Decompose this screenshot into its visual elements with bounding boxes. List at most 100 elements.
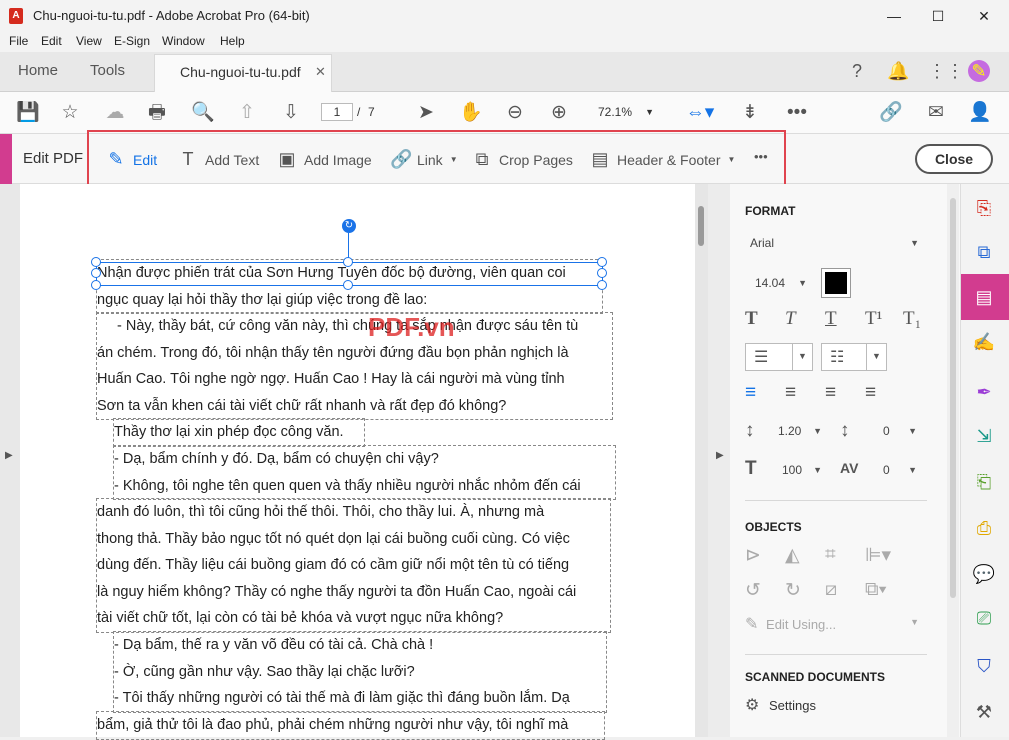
combine-files-icon[interactable]: ⧉ (972, 240, 996, 264)
text-block[interactable]: - Dạ, bẩm chính y đó. Dạ, bẩm có chuyện … (113, 445, 616, 500)
line-spacing-select[interactable]: 1.20 ▼ (772, 418, 828, 444)
edit-using-select[interactable]: ✎ Edit Using... ▼ (745, 614, 925, 636)
tab-tools[interactable]: Tools (90, 62, 125, 79)
apps-grid-icon[interactable]: ⋮⋮ (928, 60, 964, 82)
resize-handle[interactable] (343, 257, 353, 267)
email-icon[interactable]: ✉ (924, 101, 948, 125)
zoom-select[interactable]: 72.1% ▼ (590, 102, 660, 122)
tab-document[interactable]: Chu-nguoi-tu-tu.pdf ✕ (154, 54, 332, 92)
resize-handle[interactable] (343, 280, 353, 290)
upload-cloud-icon[interactable]: ☁ (103, 101, 127, 125)
share-link-icon[interactable]: 🔗 (879, 101, 903, 125)
bullet-list-select[interactable]: ☰ ▼ (745, 343, 813, 371)
resize-handle[interactable] (91, 257, 101, 267)
edit-pdf-rail-icon[interactable]: ▤ (972, 285, 996, 309)
divider (745, 500, 927, 501)
flip-horizontal-icon[interactable]: ◭ (785, 544, 800, 567)
menu-file[interactable]: File (9, 34, 28, 48)
rotate-right-icon[interactable]: ↻ (785, 579, 801, 602)
text-block[interactable]: bẩm, giả thử tôi là đao phủ, phải chém n… (96, 711, 605, 740)
request-signatures-icon[interactable]: ✍ (972, 330, 996, 354)
close-tab-icon[interactable]: ✕ (315, 64, 326, 80)
text-block[interactable]: - Này, thầy bát, cứ công văn này, thì ch… (96, 312, 613, 420)
save-icon[interactable]: 💾 (16, 101, 40, 125)
print-production-icon[interactable]: ⎚ (972, 606, 996, 630)
hand-tool-icon[interactable]: ✋ (459, 101, 483, 125)
search-zoom-icon[interactable]: 🔍 (191, 101, 215, 125)
page-layout-icon[interactable]: ⇔▾ (683, 101, 717, 125)
arrange-objects-icon[interactable]: ⧉▾ (865, 579, 887, 601)
font-size-select[interactable]: 14.04 ▼ (745, 270, 813, 296)
italic-text-icon[interactable]: T (785, 308, 796, 330)
page-up-icon[interactable]: ⇧ (235, 101, 259, 125)
select-cursor-icon[interactable]: ➤ (414, 101, 438, 125)
justify-icon[interactable]: ≡ (865, 382, 876, 404)
zoom-in-icon[interactable]: ⊕ (547, 101, 571, 125)
organize-pages-icon[interactable]: ⎗ (972, 470, 996, 494)
crop-object-icon[interactable]: ⌗ (825, 544, 836, 566)
font-select[interactable]: Arial ▼ (745, 230, 925, 256)
character-spacing-select[interactable]: 0 ▼ (867, 457, 923, 483)
rotate-icon[interactable]: ↻ (342, 219, 356, 233)
menu-window[interactable]: Window (162, 34, 205, 48)
paragraph-spacing-select[interactable]: 0 ▼ (867, 418, 923, 444)
maximize-button[interactable]: ☐ (915, 0, 961, 32)
align-center-icon[interactable]: ≡ (785, 382, 796, 404)
resize-handle[interactable] (597, 280, 607, 290)
scroll-thumb[interactable] (698, 206, 704, 246)
align-right-icon[interactable]: ≡ (825, 382, 836, 404)
scroll-thumb[interactable] (950, 198, 956, 598)
menu-view[interactable]: View (76, 34, 102, 48)
fill-sign-icon[interactable]: ✒ (972, 380, 996, 404)
replace-image-icon[interactable]: ⧄ (825, 579, 837, 601)
horizontal-scale-select[interactable]: 100 ▼ (772, 457, 828, 483)
bookmark-star-icon[interactable]: ☆ (58, 101, 82, 125)
document-scrollbar[interactable] (695, 184, 708, 737)
export-pdf-icon[interactable]: ⇲ (972, 424, 996, 448)
numbered-list-select[interactable]: ☷ ▼ (821, 343, 887, 371)
page-number-input[interactable]: 1 (321, 103, 353, 121)
resize-handle[interactable] (597, 257, 607, 267)
help-icon[interactable]: ? (846, 60, 868, 82)
expand-left-icon[interactable]: ▶ (5, 450, 13, 461)
protect-shield-icon[interactable]: ⛉ (972, 654, 996, 678)
menu-help[interactable]: Help (220, 34, 245, 48)
underline-text-icon[interactable]: T (825, 308, 837, 330)
font-color-swatch[interactable] (821, 268, 851, 298)
superscript-icon[interactable]: T¹ (865, 308, 882, 330)
resize-handle[interactable] (597, 268, 607, 278)
menu-edit[interactable]: Edit (41, 34, 62, 48)
close-window-button[interactable]: ✕ (961, 0, 1007, 32)
add-user-icon[interactable]: 👤 (968, 101, 992, 125)
page-down-icon[interactable]: ⇩ (279, 101, 303, 125)
subscript-icon[interactable]: T₁ (903, 308, 921, 330)
resize-handle[interactable] (91, 280, 101, 290)
collapse-panel-icon[interactable]: ▶ (716, 450, 724, 461)
resize-handle[interactable] (91, 268, 101, 278)
tab-home[interactable]: Home (18, 62, 58, 79)
scroll-mode-icon[interactable]: ⇟ (737, 101, 763, 125)
zoom-out-icon[interactable]: ⊖ (503, 101, 527, 125)
text-block[interactable]: - Dạ bẩm, thế ra y văn võ đều có tài cả.… (113, 631, 607, 713)
panel-scrollbar[interactable] (947, 184, 959, 737)
minimize-button[interactable]: — (871, 0, 917, 32)
comment-icon[interactable]: 💬 (972, 562, 996, 586)
print-icon[interactable]: 🖶 (145, 101, 169, 125)
align-objects-icon[interactable]: ⊫▾ (865, 544, 891, 567)
send-review-icon[interactable]: ⎙ (972, 516, 996, 540)
bell-icon[interactable]: 🔔 (887, 60, 909, 82)
chevron-down-icon: ▼ (872, 351, 881, 361)
bold-text-icon[interactable]: T (745, 308, 758, 330)
menu-esign[interactable]: E-Sign (114, 34, 150, 48)
close-edit-button[interactable]: Close (915, 144, 993, 174)
text-block[interactable]: danh đó luôn, thì tôi cũng hỏi thế thôi.… (96, 498, 611, 633)
flip-vertical-icon[interactable]: ⊳ (745, 544, 761, 567)
customize-tools-icon[interactable]: ⚒ (972, 700, 996, 724)
avatar[interactable]: ✎ (968, 60, 990, 82)
text-block[interactable]: Thầy thơ lại xin phép đọc công văn. (113, 418, 365, 447)
rotate-left-icon[interactable]: ↺ (745, 579, 761, 602)
align-left-icon[interactable]: ≡ (745, 382, 756, 404)
more-tools-icon[interactable]: ••• (785, 101, 809, 125)
settings-button[interactable]: ⚙ Settings (745, 695, 816, 715)
create-pdf-icon[interactable]: ⎘ (972, 196, 996, 220)
